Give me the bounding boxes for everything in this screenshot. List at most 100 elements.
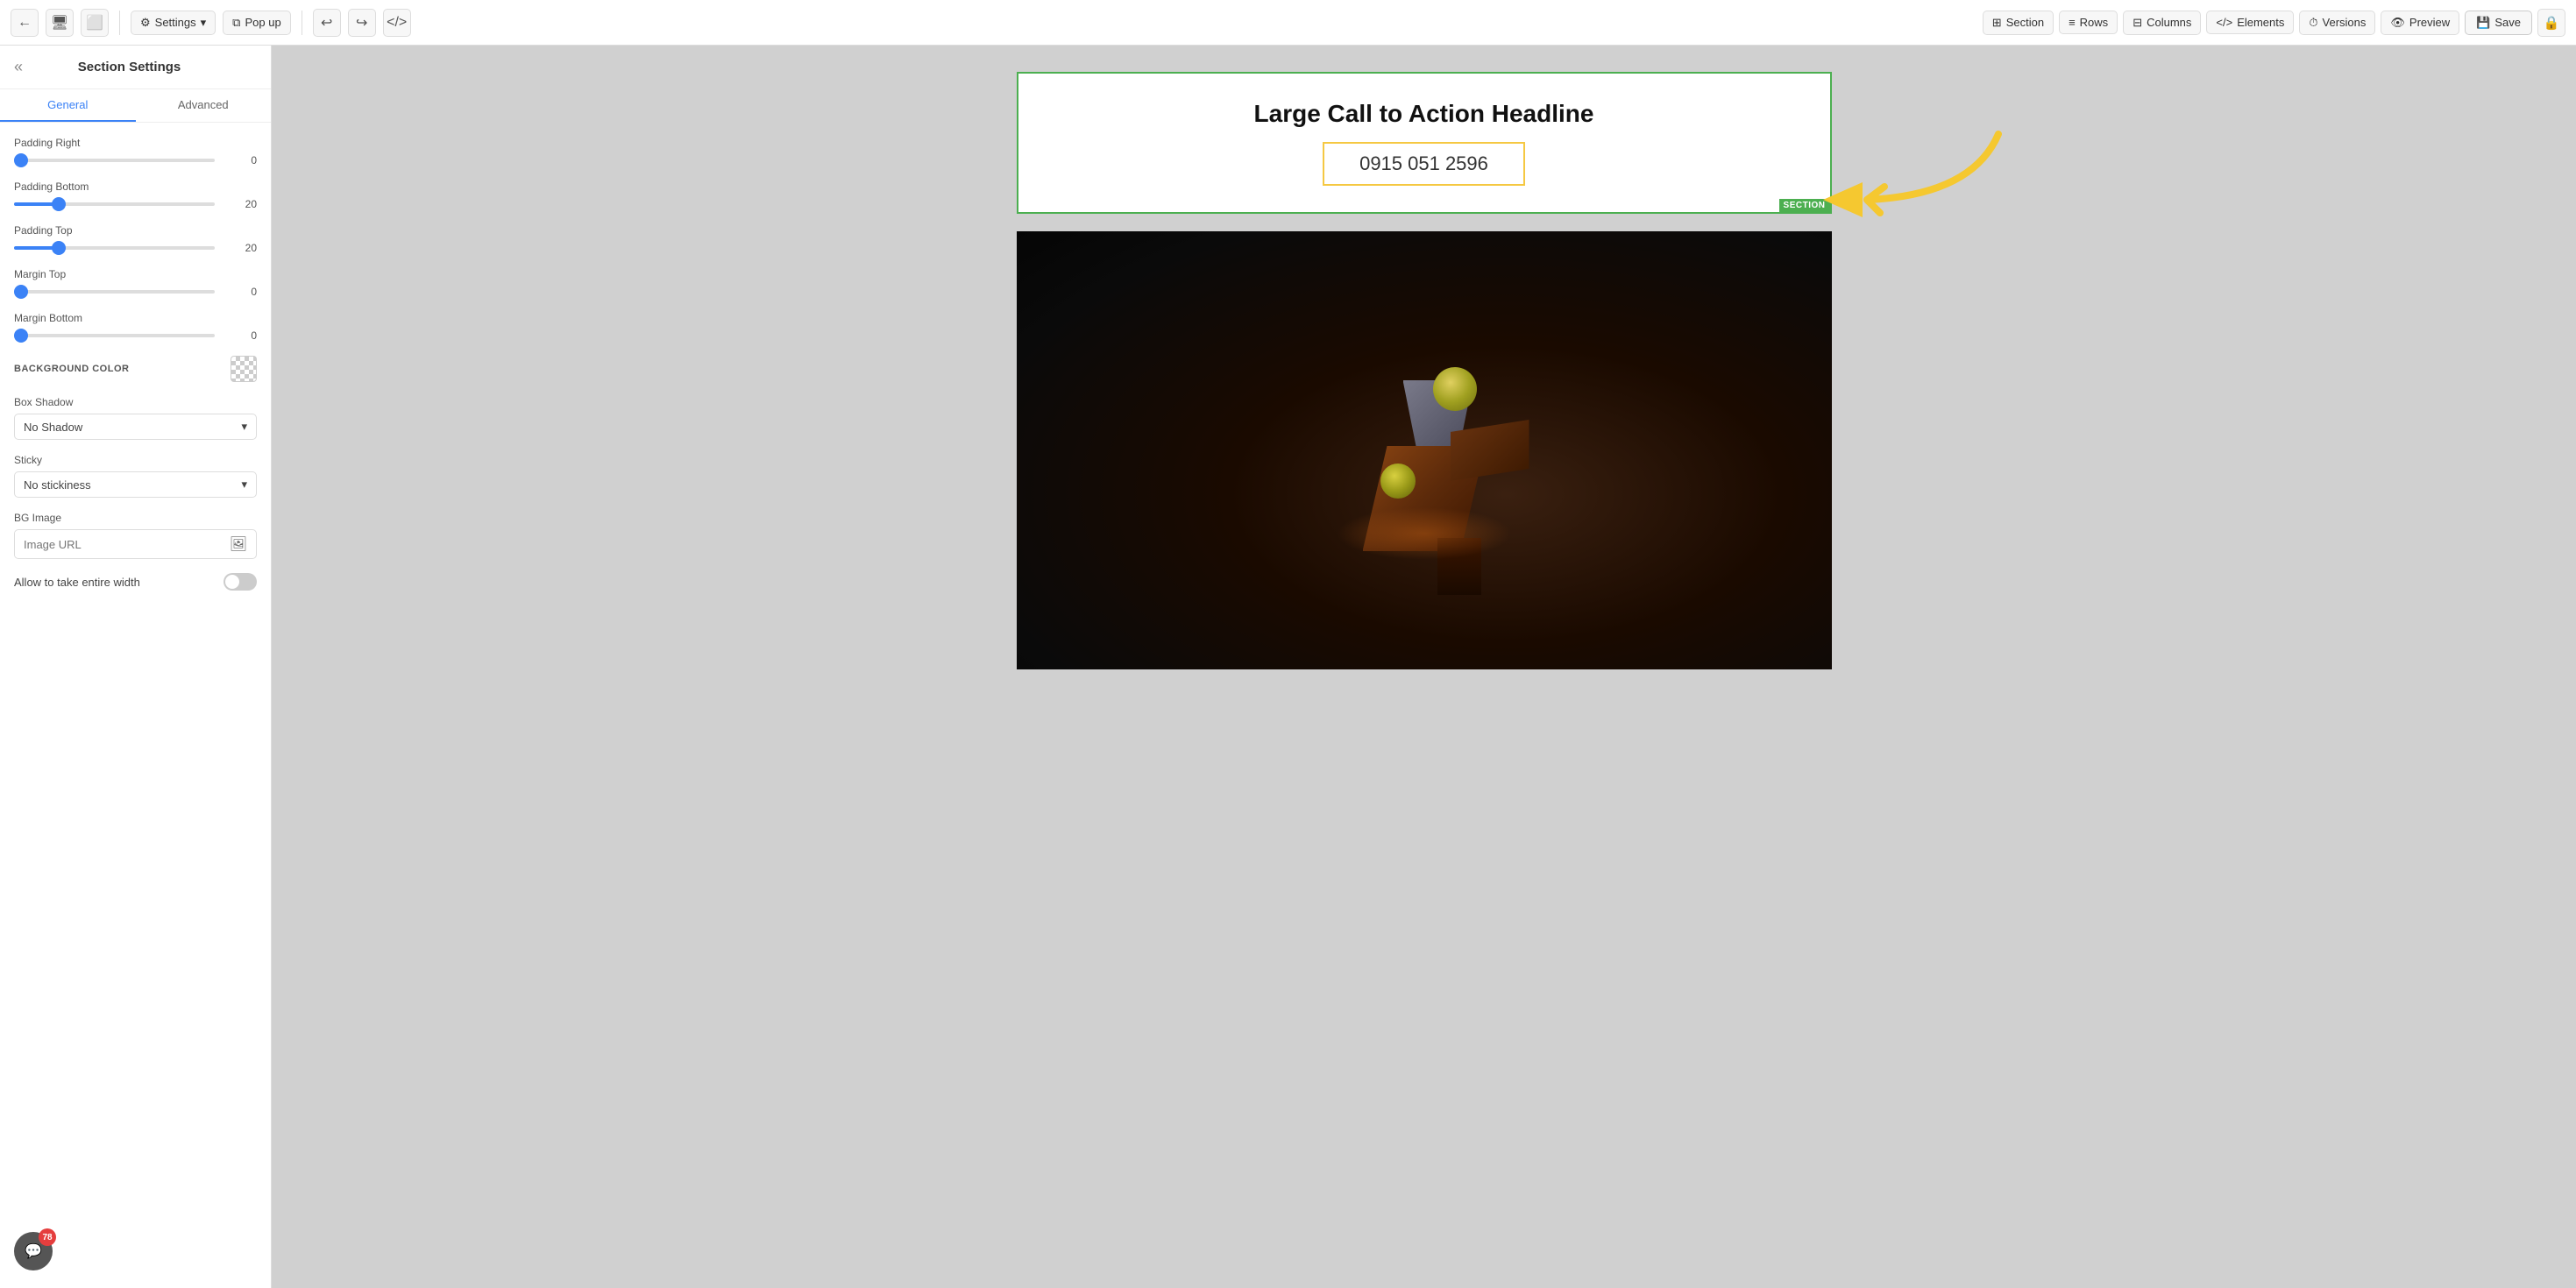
desktop-icon: 🖥 xyxy=(51,14,68,32)
margin-bottom-row: 0 xyxy=(14,329,257,342)
back-button[interactable]: ← xyxy=(11,9,39,37)
popup-icon: ⧉ xyxy=(232,16,240,30)
padding-right-slider[interactable] xyxy=(14,159,215,162)
preview-button[interactable]: 👁 Preview xyxy=(2381,11,2459,35)
sidebar-tabs: General Advanced xyxy=(0,89,271,123)
box-shadow-select[interactable]: No Shadow ▾ xyxy=(14,414,257,440)
preview-label: Preview xyxy=(2409,16,2450,29)
sticky-chevron-icon: ▾ xyxy=(241,478,247,492)
margin-top-label: Margin Top xyxy=(14,268,257,280)
toolbar-right: ⊞ Section ≡ Rows ⊟ Columns </> Elements … xyxy=(1983,9,2565,37)
padding-top-slider[interactable] xyxy=(14,246,215,250)
section-button[interactable]: ⊞ Section xyxy=(1983,11,2054,35)
save-icon: 💾 xyxy=(2476,16,2490,30)
tab-general[interactable]: General xyxy=(0,89,136,122)
columns-icon: ⊟ xyxy=(2132,16,2142,30)
allow-full-width-group: Allow to take entire width xyxy=(14,573,257,591)
tablet-view-button[interactable]: ⬜ xyxy=(81,9,109,37)
box-shadow-label: Box Shadow xyxy=(14,396,257,408)
elements-label: Elements xyxy=(2237,16,2284,29)
tab-advanced[interactable]: Advanced xyxy=(136,89,272,122)
sidebar-content: Padding Right 0 Padding Bottom 20 Paddin… xyxy=(0,123,271,605)
settings-icon: ⚙ xyxy=(140,16,151,30)
redo-icon: ↪ xyxy=(356,14,367,32)
settings-chevron-icon: ▾ xyxy=(201,16,207,30)
sidebar-title: Section Settings xyxy=(78,60,181,74)
columns-label: Columns xyxy=(2147,16,2191,29)
sticky-label: Sticky xyxy=(14,454,257,466)
margin-top-slider[interactable] xyxy=(14,290,215,294)
box-shadow-chevron-icon: ▾ xyxy=(241,420,247,434)
popup-button[interactable]: ⧉ Pop up xyxy=(223,11,291,35)
main-layout: « Section Settings General Advanced Padd… xyxy=(0,46,2576,1288)
phone-text: 0915 051 2596 xyxy=(1359,152,1488,174)
undo-button[interactable]: ↩ xyxy=(313,9,341,37)
preview-icon: 👁 xyxy=(2390,16,2405,30)
desktop-view-button[interactable]: 🖥 xyxy=(46,9,74,37)
rows-button[interactable]: ≡ Rows xyxy=(2059,11,2118,34)
bg-image-upload-icon[interactable]: 🖼 xyxy=(221,530,256,558)
settings-button[interactable]: ⚙ Settings ▾ xyxy=(131,11,216,35)
chat-icon: 💬 xyxy=(25,1242,42,1260)
sidebar-close-button[interactable]: « xyxy=(14,58,23,76)
code-button[interactable]: </> xyxy=(383,9,411,37)
margin-top-row: 0 xyxy=(14,286,257,298)
code-icon: </> xyxy=(387,15,407,31)
bg-color-section: BACKGROUND COLOR xyxy=(14,356,257,382)
bg-image-row: 🖼 xyxy=(14,529,257,559)
allow-full-width-label: Allow to take entire width xyxy=(14,576,215,589)
elements-button[interactable]: </> Elements xyxy=(2206,11,2294,34)
bg-color-swatch[interactable] xyxy=(231,356,257,382)
margin-bottom-group: Margin Bottom 0 xyxy=(14,312,257,342)
dark-scene xyxy=(1017,231,1832,669)
chat-bubble[interactable]: 💬 78 xyxy=(14,1232,53,1270)
padding-top-label: Padding Top xyxy=(14,224,257,237)
padding-bottom-slider[interactable] xyxy=(14,202,215,206)
tablet-icon: ⬜ xyxy=(86,14,103,32)
separator-1 xyxy=(119,11,120,35)
save-button[interactable]: 💾 Save xyxy=(2465,11,2532,35)
3d-figure xyxy=(1293,297,1556,604)
glow-spot xyxy=(1337,507,1512,560)
margin-bottom-slider[interactable] xyxy=(14,334,215,337)
versions-button[interactable]: ⏱ Versions xyxy=(2299,11,2375,35)
padding-bottom-row: 20 xyxy=(14,198,257,210)
sticky-select[interactable]: No stickiness ▾ xyxy=(14,471,257,498)
chat-badge: 78 xyxy=(39,1228,56,1246)
section-2 xyxy=(1017,231,1832,669)
sidebar: « Section Settings General Advanced Padd… xyxy=(0,46,272,1288)
bg-image-group: BG Image 🖼 xyxy=(14,512,257,559)
section-grid-icon: ⊞ xyxy=(1992,16,2002,30)
section-headline: Large Call to Action Headline xyxy=(1254,100,1594,128)
versions-label: Versions xyxy=(2323,16,2367,29)
lock-icon: 🔒 xyxy=(2544,15,2560,31)
margin-top-value: 0 xyxy=(224,286,257,298)
back-icon: ← xyxy=(18,15,32,31)
phone-box: 0915 051 2596 xyxy=(1323,142,1525,186)
undo-icon: ↩ xyxy=(321,14,332,32)
yellow-arrow-svg xyxy=(1814,125,2007,230)
orb-1 xyxy=(1433,367,1477,411)
lock-button[interactable]: 🔒 xyxy=(2537,9,2565,37)
elements-icon: </> xyxy=(2216,16,2232,29)
save-label: Save xyxy=(2494,16,2521,29)
margin-top-group: Margin Top 0 xyxy=(14,268,257,298)
sidebar-header: « Section Settings xyxy=(0,46,271,89)
settings-label: Settings xyxy=(155,16,196,29)
sticky-value: No stickiness xyxy=(24,478,91,492)
padding-right-value: 0 xyxy=(224,154,257,166)
allow-full-width-toggle[interactable] xyxy=(224,573,257,591)
padding-top-row: 20 xyxy=(14,242,257,254)
rows-label: Rows xyxy=(2080,16,2109,29)
padding-right-label: Padding Right xyxy=(14,137,257,149)
canvas-area: Large Call to Action Headline 0915 051 2… xyxy=(272,46,2576,1288)
section-label: Section xyxy=(2006,16,2044,29)
redo-button[interactable]: ↪ xyxy=(348,9,376,37)
columns-button[interactable]: ⊟ Columns xyxy=(2123,11,2201,35)
padding-top-value: 20 xyxy=(224,242,257,254)
bg-image-input[interactable] xyxy=(15,532,221,557)
popup-label: Pop up xyxy=(245,16,280,29)
margin-bottom-label: Margin Bottom xyxy=(14,312,257,324)
section-1[interactable]: Large Call to Action Headline 0915 051 2… xyxy=(1017,72,1832,214)
versions-icon: ⏱ xyxy=(2309,16,2317,30)
